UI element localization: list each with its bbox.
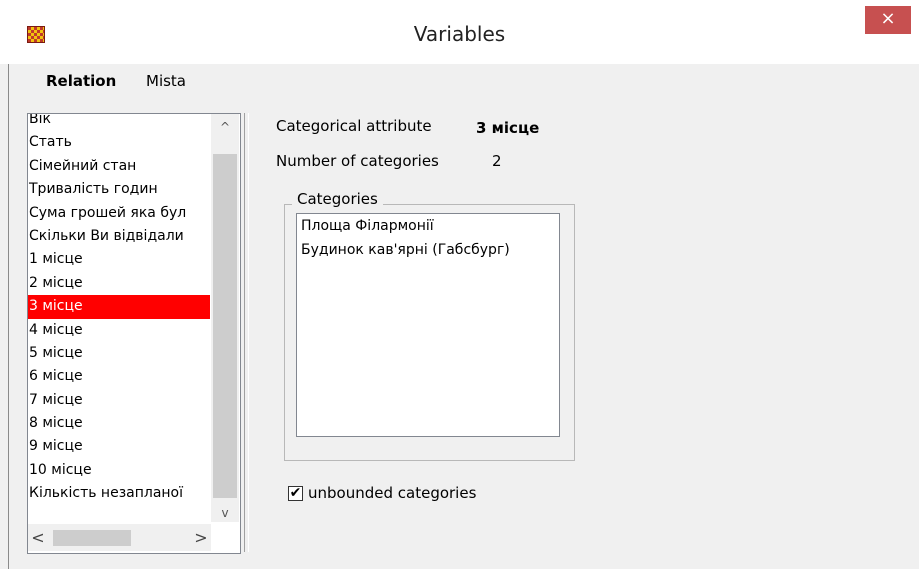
variable-list-item[interactable]: 8 місце [28,412,210,435]
categories-list[interactable]: Площа Філармонії Будинок кав'ярні (Габсб… [296,213,560,437]
variable-list-item[interactable]: 3 місце [28,295,210,319]
variable-list-item[interactable]: 9 місце [28,435,210,458]
variable-list-item[interactable]: 2 місце [28,272,210,295]
variable-list-item[interactable]: Кількість незапланої [28,482,210,505]
variable-list-item[interactable]: Скільки Ви відвідали [28,225,210,248]
categorical-attribute-label: Categorical attribute [276,117,432,135]
variable-list-item[interactable]: 5 місце [28,342,210,365]
tab-relation[interactable]: Relation [46,72,116,90]
variable-list-item[interactable]: 6 місце [28,365,210,388]
vertical-scrollbar[interactable]: ^ v [211,114,239,522]
tab-mista[interactable]: Mista [146,72,186,90]
variable-list[interactable]: Вік Стать Сімейний стан Тривалість годин Сум… [27,113,241,554]
variable-list-item[interactable]: Сімейний стан [28,155,210,178]
variable-list-item[interactable]: Вік [28,114,210,131]
variable-list-item[interactable]: 7 місце [28,389,210,412]
num-categories-label: Number of categories [276,152,439,170]
variable-list-item[interactable]: Стать [28,131,210,154]
variable-list-items: Вік Стать Сімейний стан Тривалість годин Сум… [28,114,210,506]
window-title: Variables [413,22,506,46]
categorical-attribute-value: 3 місце [476,119,540,137]
variable-list-item[interactable]: Сума грошей яка бул [28,202,210,225]
category-item[interactable]: Будинок кав'ярні (Габсбург) [297,238,559,262]
scroll-up-icon[interactable]: ^ [211,116,239,138]
unbounded-categories-checkbox[interactable]: ✔ [288,486,303,501]
variable-list-item[interactable]: 1 місце [28,248,210,271]
categories-group-label: Categories [292,190,383,208]
variable-list-item[interactable]: Тривалість годин [28,178,210,201]
scroll-left-icon[interactable]: < [28,524,48,551]
close-button[interactable]: × [865,6,911,34]
scroll-right-icon[interactable]: > [191,524,211,551]
horizontal-scroll-thumb[interactable] [53,530,131,546]
pane-splitter[interactable] [244,113,249,552]
horizontal-scrollbar[interactable]: < > [28,524,211,551]
scroll-down-icon[interactable]: v [211,502,239,524]
vertical-scroll-thumb[interactable] [213,154,237,498]
unbounded-categories-label[interactable]: unbounded categories [308,484,476,502]
category-item[interactable]: Площа Філармонії [297,214,559,238]
title-bar: Variables × [0,0,919,64]
num-categories-value: 2 [492,152,502,170]
variable-list-item[interactable]: 10 місце [28,459,210,482]
variable-list-item[interactable]: 4 місце [28,319,210,342]
